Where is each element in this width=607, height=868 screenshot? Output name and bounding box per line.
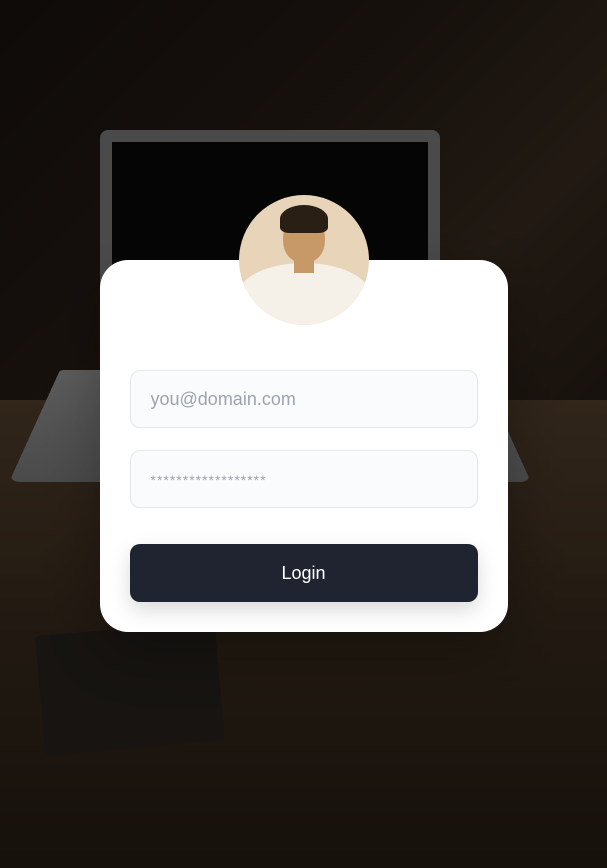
avatar — [239, 195, 369, 325]
login-card: Login — [100, 260, 508, 632]
password-input[interactable] — [130, 450, 478, 508]
avatar-hair — [280, 205, 328, 233]
login-button[interactable]: Login — [130, 544, 478, 602]
email-input[interactable] — [130, 370, 478, 428]
